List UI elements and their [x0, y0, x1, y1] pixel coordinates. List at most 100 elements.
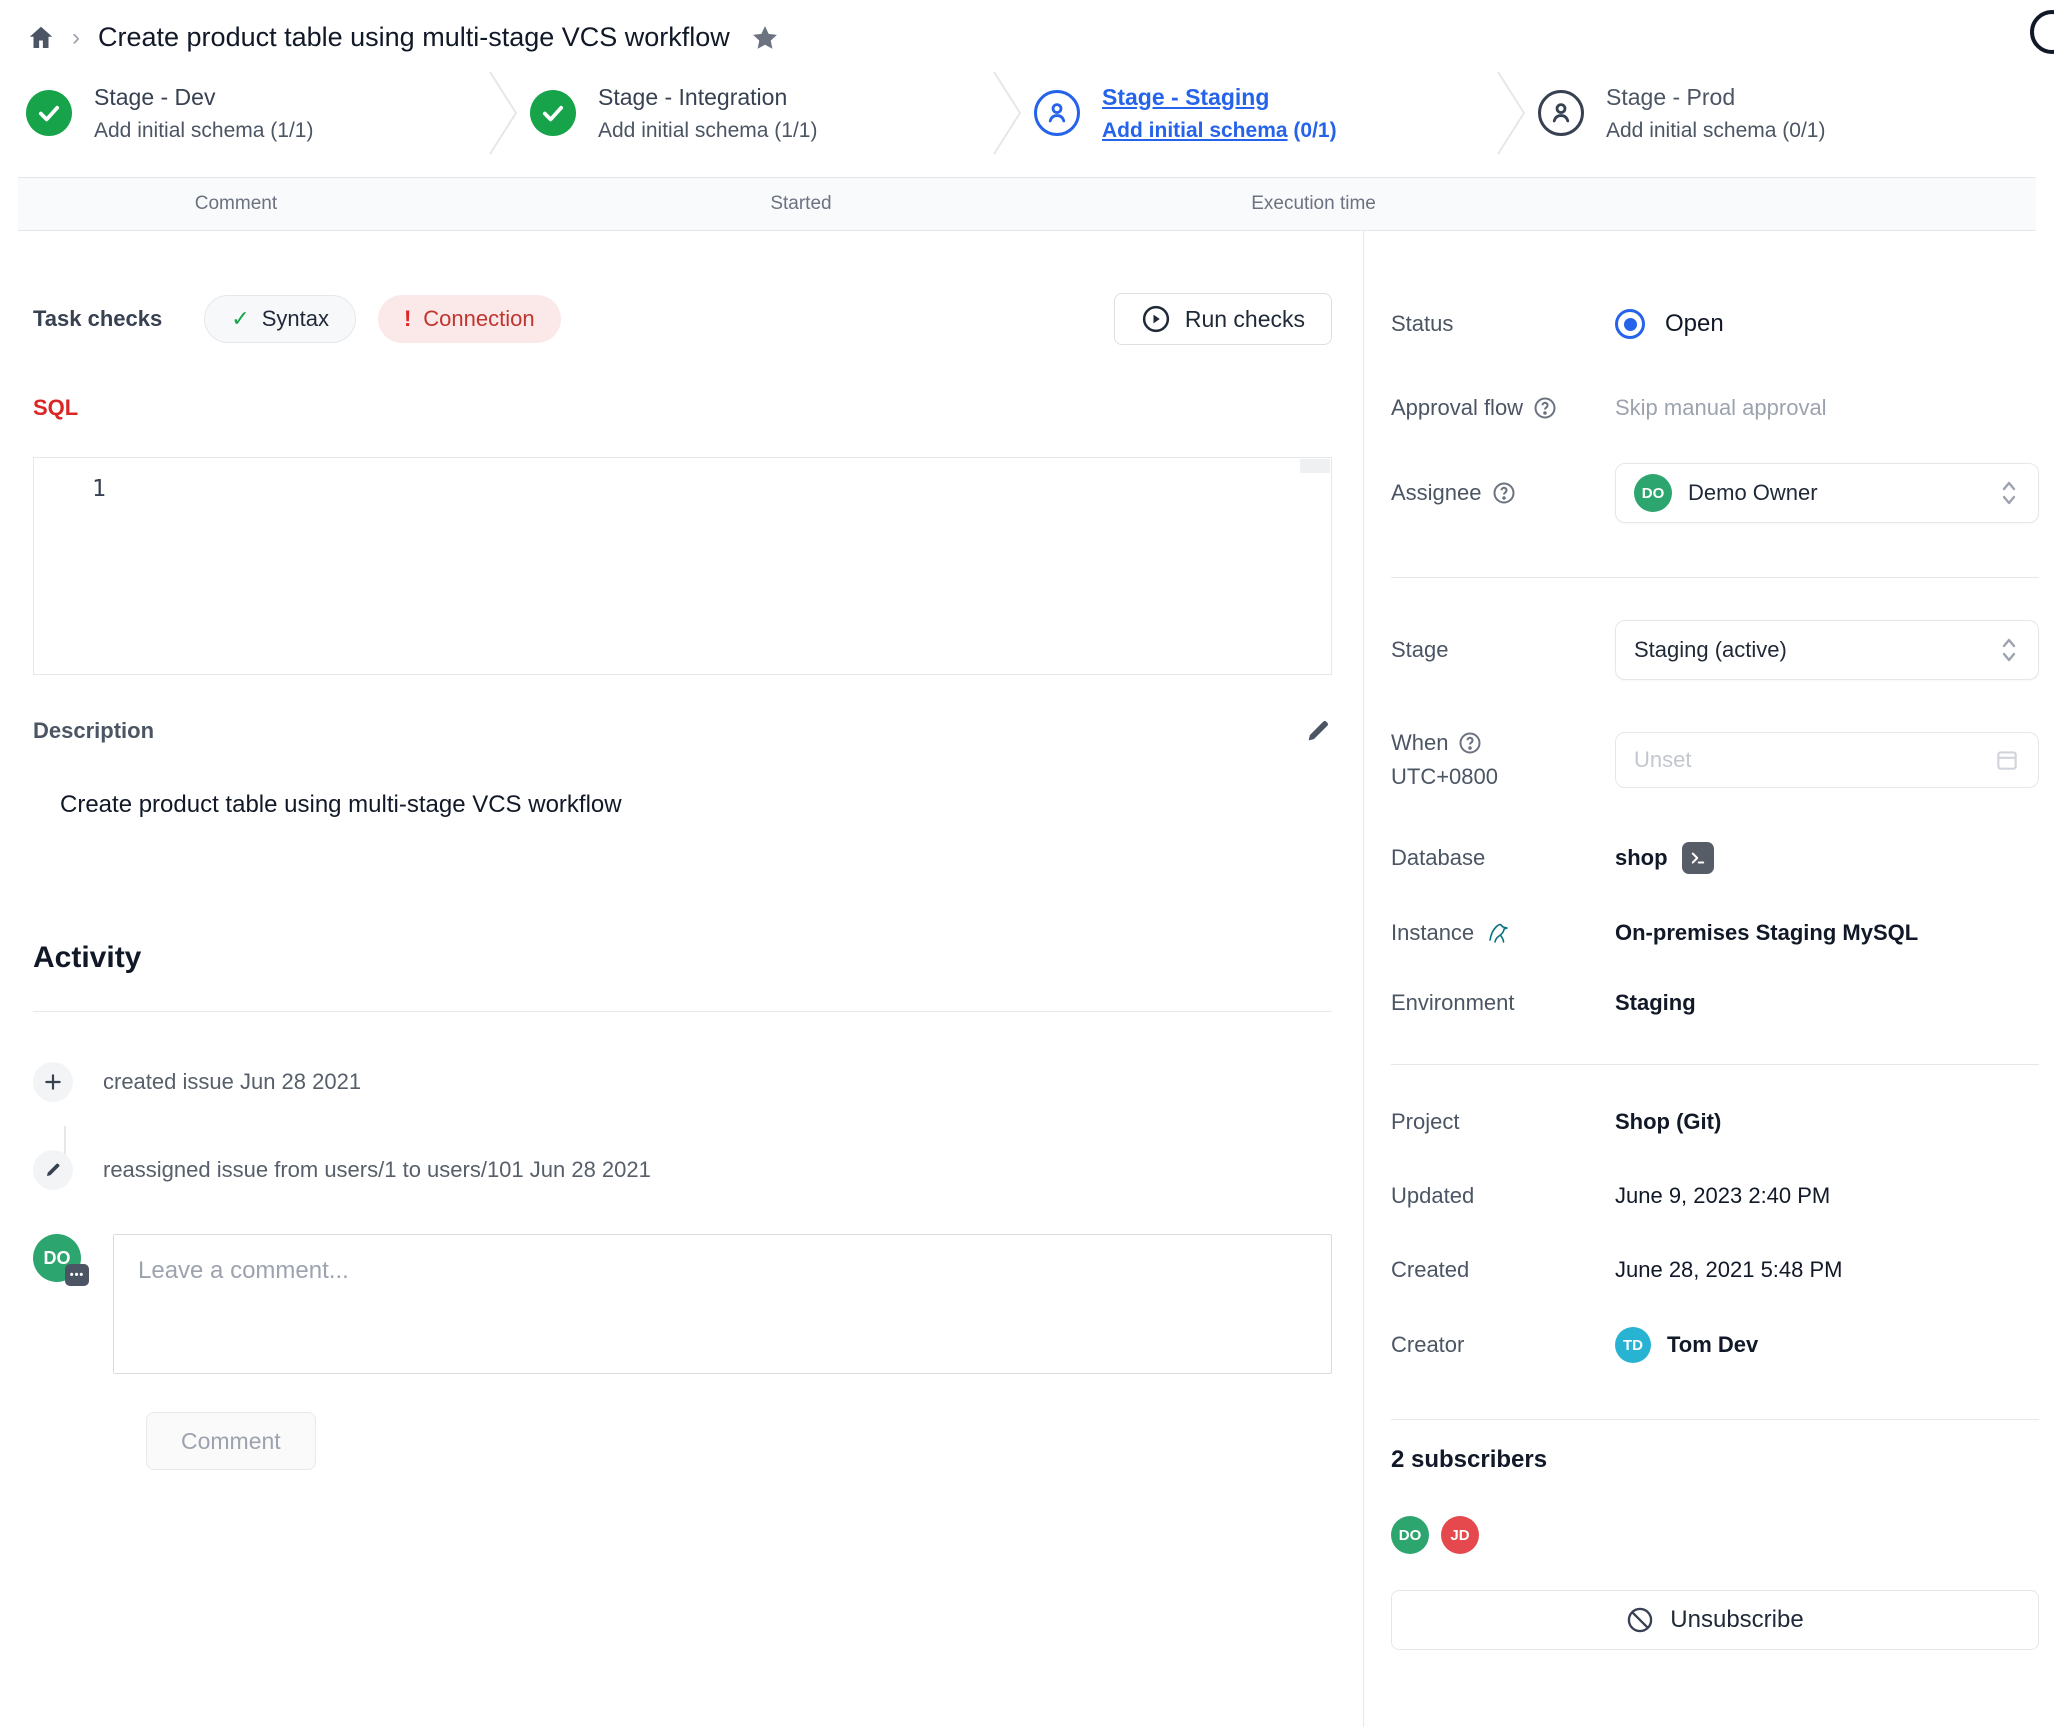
created-row: Created June 28, 2021 5:48 PM [1391, 1257, 2039, 1283]
project-value[interactable]: Shop (Git) [1615, 1109, 1721, 1135]
sql-label: SQL [33, 395, 1332, 421]
description-label: Description [33, 718, 154, 744]
plus-icon [33, 1062, 73, 1102]
help-icon[interactable] [1458, 731, 1482, 755]
avatar[interactable]: DO [1391, 1516, 1429, 1554]
environment-value[interactable]: Staging [1615, 990, 1696, 1016]
unsubscribe-button[interactable]: Unsubscribe [1391, 1590, 2039, 1650]
column-header-comment: Comment [195, 193, 277, 215]
activity-event: created issue Jun 28 2021 [33, 1062, 1332, 1102]
breadcrumb-separator: › [72, 24, 80, 52]
stage-select[interactable]: Staging (active) [1615, 620, 2039, 680]
activity-divider [33, 1011, 1332, 1012]
star-icon[interactable] [750, 23, 780, 53]
check-syntax-pill[interactable]: ✓ Syntax [204, 295, 356, 343]
play-circle-icon [1141, 304, 1171, 334]
column-header-started: Started [770, 193, 831, 215]
stage-value: Staging (active) [1634, 637, 1787, 663]
when-label: When [1391, 730, 1448, 756]
stage-separator-chevron [1492, 70, 1532, 156]
task-checks-label: Task checks [33, 306, 162, 332]
task-table-header: Comment Started Execution time [18, 177, 2036, 231]
created-value: June 28, 2021 5:48 PM [1615, 1257, 1843, 1283]
instance-value[interactable]: On-premises Staging MySQL [1615, 920, 1918, 946]
check-connection-pill[interactable]: ! Connection [378, 295, 561, 343]
stage-label: Stage [1391, 637, 1615, 663]
assignee-value: Demo Owner [1688, 480, 1818, 506]
description-text: Create product table using multi-stage V… [60, 791, 1332, 819]
approval-flow-value: Skip manual approval [1615, 395, 1827, 421]
updated-value: June 9, 2023 2:40 PM [1615, 1183, 1830, 1209]
creator-label: Creator [1391, 1332, 1615, 1358]
approval-flow-label: Approval flow [1391, 395, 1523, 421]
stage-item-staging[interactable]: Stage - Staging Add initial schema (0/1) [1028, 84, 1492, 143]
sql-editor[interactable]: 1 [33, 457, 1332, 675]
comment-input[interactable] [113, 1234, 1332, 1374]
stage-row: Stage Staging (active) [1391, 620, 2039, 680]
avatar: DO ••• [33, 1234, 81, 1282]
task-checks-row: Task checks ✓ Syntax ! Connection Run ch… [33, 293, 1332, 345]
description-header: Description [33, 717, 1332, 745]
status-radio[interactable] [1615, 309, 1645, 339]
home-icon[interactable] [26, 23, 56, 53]
stage-pipeline: Stage - Dev Add initial schema (1/1) Sta… [0, 61, 2054, 165]
help-icon[interactable] [1492, 481, 1516, 505]
run-checks-button[interactable]: Run checks [1114, 293, 1332, 345]
sidebar-divider [1391, 577, 2039, 578]
status-row: Status Open [1391, 309, 2039, 339]
assignee-select[interactable]: DO Demo Owner [1615, 463, 2039, 523]
avatar[interactable]: JD [1441, 1516, 1479, 1554]
comment-bubble-icon: ••• [65, 1264, 89, 1286]
project-row: Project Shop (Git) [1391, 1109, 2039, 1135]
calendar-icon [1994, 747, 2020, 773]
stage-name: Stage - Dev [94, 84, 313, 111]
status-label: Status [1391, 311, 1615, 337]
mysql-dolphin-icon [1484, 920, 1514, 946]
when-datetime-input[interactable]: Unset [1615, 732, 2039, 788]
updated-label: Updated [1391, 1183, 1615, 1209]
activity-event: reassigned issue from users/1 to users/1… [33, 1150, 1332, 1190]
avatar: DO [1634, 474, 1672, 512]
exclamation-icon: ! [404, 306, 411, 332]
updated-row: Updated June 9, 2023 2:40 PM [1391, 1183, 2039, 1209]
instance-row: Instance On-premises Staging MySQL [1391, 920, 2039, 946]
help-icon[interactable] [2030, 10, 2054, 54]
subscriber-avatars: DO JD [1391, 1516, 2039, 1554]
pencil-icon [33, 1150, 73, 1190]
creator-value[interactable]: Tom Dev [1667, 1332, 1758, 1358]
stage-task-link[interactable]: Add initial schema (1/1) [94, 119, 313, 143]
title-bar: › Create product table using multi-stage… [0, 0, 2054, 61]
stage-task-link[interactable]: Add initial schema (0/1) [1606, 119, 1825, 143]
database-label: Database [1391, 845, 1615, 871]
environment-row: Environment Staging [1391, 990, 2039, 1016]
comment-button[interactable]: Comment [146, 1412, 316, 1470]
created-label: Created [1391, 1257, 1615, 1283]
environment-label: Environment [1391, 990, 1615, 1016]
stage-person-icon [1034, 90, 1080, 136]
stage-task-link[interactable]: Add initial schema (0/1) [1102, 119, 1337, 143]
help-icon[interactable] [1533, 396, 1557, 420]
chevron-updown-icon [1998, 636, 2020, 664]
edit-pencil-icon[interactable] [1304, 717, 1332, 745]
project-label: Project [1391, 1109, 1615, 1135]
stage-name: Stage - Prod [1606, 84, 1825, 111]
ban-icon [1626, 1606, 1654, 1634]
sql-console-icon[interactable] [1682, 842, 1714, 874]
stage-task-link[interactable]: Add initial schema (1/1) [598, 119, 817, 143]
stage-name: Stage - Staging [1102, 84, 1337, 111]
database-row: Database shop [1391, 842, 2039, 874]
chevron-updown-icon [1998, 479, 2020, 507]
assignee-row: Assignee DO Demo Owner [1391, 463, 2039, 523]
issue-sidebar: Status Open Approval flow Skip manual ap… [1364, 231, 2054, 1727]
stage-name: Stage - Integration [598, 84, 817, 111]
stage-item-prod[interactable]: Stage - Prod Add initial schema (0/1) [1532, 84, 1996, 143]
approval-flow-row: Approval flow Skip manual approval [1391, 395, 2039, 421]
editor-scrollbar[interactable] [1300, 459, 1330, 473]
database-value[interactable]: shop [1615, 845, 1668, 871]
subscribers-title: 2 subscribers [1391, 1446, 2039, 1474]
activity-event-text: created issue Jun 28 2021 [103, 1069, 361, 1095]
avatar: TD [1615, 1327, 1651, 1363]
stage-item-integration[interactable]: Stage - Integration Add initial schema (… [524, 84, 988, 143]
stage-item-dev[interactable]: Stage - Dev Add initial schema (1/1) [20, 84, 484, 143]
page-title: Create product table using multi-stage V… [98, 22, 730, 53]
